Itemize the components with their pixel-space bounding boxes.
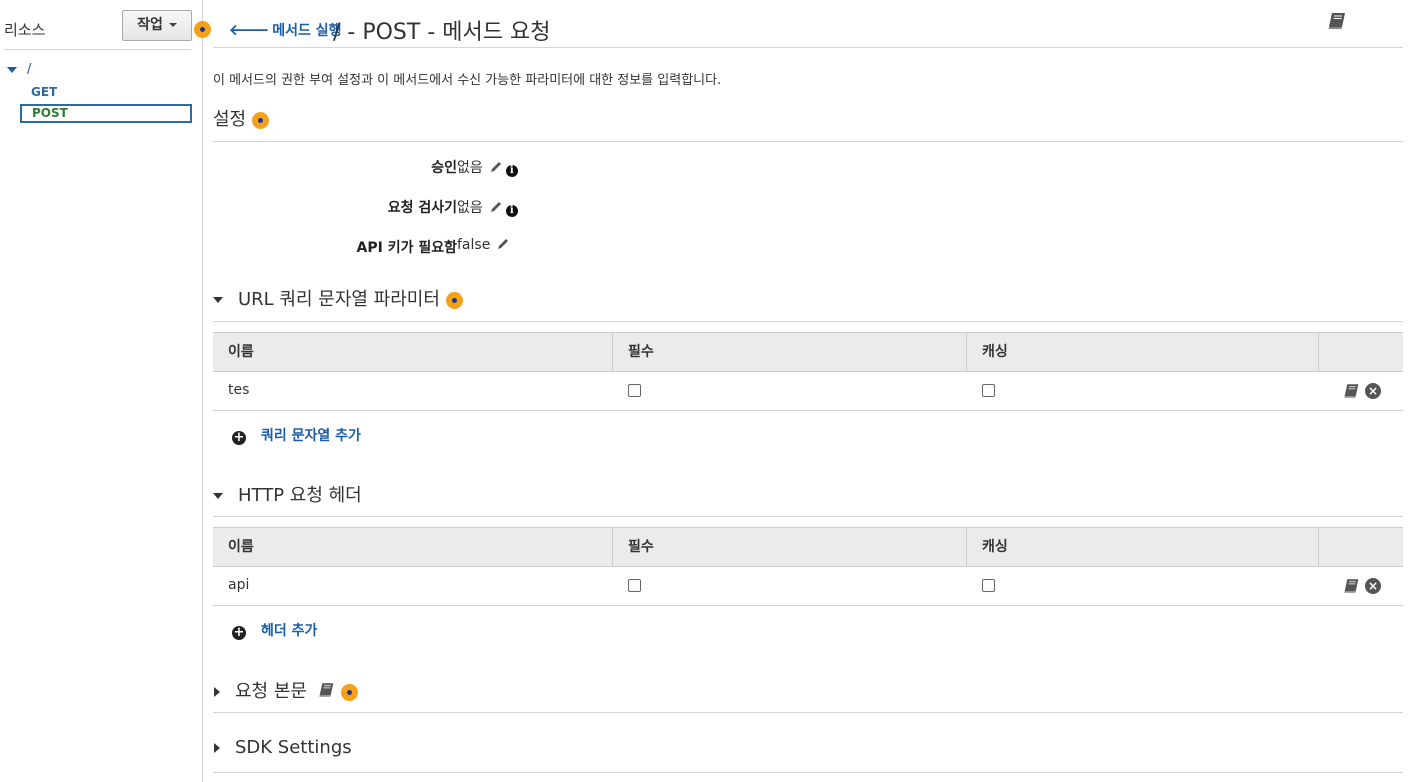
pencil-icon[interactable] (496, 237, 510, 251)
setting-api-key-required: API 키가 필요함 false (213, 237, 813, 257)
tree-item-root[interactable]: / (7, 62, 31, 77)
setting-authorization: 승인 없음 i (213, 157, 813, 177)
column-header-required: 필수 (613, 528, 967, 566)
request-headers-table: 이름 필수 캐싱 api × (213, 527, 1403, 606)
sidebar-title: 리소스 (4, 21, 46, 39)
param-name: tes (228, 382, 250, 398)
caret-down-icon[interactable] (213, 493, 223, 499)
setting-value-wrap: false (457, 237, 510, 253)
column-header-name: 이름 (213, 528, 613, 566)
help-icon[interactable] (340, 683, 358, 701)
help-icon[interactable] (252, 111, 270, 129)
remove-circle-icon[interactable]: × (1365, 383, 1381, 399)
request-body-divider (213, 712, 1403, 713)
add-query-string-link[interactable]: + 쿼리 문자열 추가 (232, 425, 361, 445)
sidebar-divider (4, 49, 191, 50)
setting-label: 승인 (431, 160, 457, 176)
add-header-label: 헤더 추가 (261, 623, 318, 639)
back-link-label: 메서드 실행 (272, 23, 342, 39)
actions-dropdown-button[interactable]: 작업 (122, 10, 192, 41)
pencil-icon[interactable] (489, 160, 503, 174)
caching-checkbox[interactable] (982, 384, 995, 397)
caret-right-icon[interactable] (214, 743, 220, 753)
info-icon[interactable]: i (505, 165, 518, 177)
help-icon[interactable] (445, 291, 463, 309)
query-params-heading-label: URL 쿼리 문자열 파라미터 (238, 289, 440, 310)
book-icon[interactable] (1327, 12, 1347, 30)
setting-value-wrap: 없음 i (457, 157, 518, 177)
query-params-heading[interactable]: URL 쿼리 문자열 파라미터 (213, 285, 463, 311)
method-execution-link[interactable]: 🡐 메서드 실행 (229, 20, 342, 40)
book-icon[interactable] (1343, 578, 1360, 594)
setting-value: 없음 (457, 200, 483, 216)
setting-value-wrap: 없음 i (457, 197, 518, 217)
expand-caret-icon[interactable] (7, 66, 17, 73)
resources-sidebar: 리소스 작업 / GET POST (0, 0, 211, 782)
required-checkbox[interactable] (628, 579, 641, 592)
column-header-caching: 캐싱 (967, 333, 1319, 371)
column-header-name: 이름 (213, 333, 613, 371)
caching-checkbox[interactable] (982, 579, 995, 592)
add-header-link[interactable]: + 헤더 추가 (232, 620, 317, 640)
table-header: 이름 필수 캐싱 (213, 332, 1403, 372)
tree-item-post[interactable]: POST (20, 104, 192, 123)
setting-value: false (457, 237, 491, 253)
setting-request-validator: 요청 검사기 없음 i (213, 197, 813, 217)
actions-button-label: 작업 (137, 17, 163, 33)
add-query-string-label: 쿼리 문자열 추가 (261, 428, 361, 444)
caret-right-icon[interactable] (214, 687, 220, 697)
plus-circle-icon: + (232, 625, 246, 640)
header-divider (213, 47, 1403, 48)
table-header: 이름 필수 캐싱 (213, 527, 1403, 567)
query-params-divider (213, 321, 1403, 322)
tree-item-get[interactable]: GET (31, 85, 57, 99)
help-icon[interactable] (194, 21, 211, 38)
request-body-heading-label: 요청 본문 (235, 681, 307, 702)
page-description: 이 메서드의 권한 부여 설정과 이 메서드에서 수신 가능한 파라미터에 대한… (213, 73, 722, 88)
column-header-required: 필수 (613, 333, 967, 371)
page-title: / - POST - 메서드 요청 (333, 20, 551, 45)
table-row: tes × (213, 372, 1403, 411)
request-headers-divider (213, 516, 1403, 517)
sdk-settings-heading-label: SDK Settings (235, 737, 352, 758)
setting-label: API 키가 필요함 (356, 240, 457, 256)
sdk-settings-divider (213, 772, 1403, 773)
setting-value: 없음 (457, 160, 483, 176)
back-arrow-icon: 🡐 (229, 21, 270, 39)
plus-circle-icon: + (232, 430, 246, 445)
tree-root-label: / (27, 62, 32, 77)
caret-down-icon (168, 23, 177, 27)
book-icon[interactable] (318, 682, 335, 698)
settings-heading-label: 설정 (213, 109, 247, 130)
column-header-caching: 캐싱 (967, 528, 1319, 566)
settings-divider (213, 141, 1403, 142)
query-params-table: 이름 필수 캐싱 tes × (213, 332, 1403, 411)
setting-label: 요청 검사기 (387, 200, 457, 216)
pencil-icon[interactable] (489, 200, 503, 214)
request-headers-heading-label: HTTP 요청 헤더 (238, 485, 362, 506)
request-body-heading[interactable]: 요청 본문 (213, 677, 358, 703)
required-checkbox[interactable] (628, 384, 641, 397)
info-icon[interactable]: i (505, 205, 518, 217)
settings-heading: 설정 (213, 105, 270, 131)
header-name: api (228, 577, 250, 593)
remove-circle-icon[interactable]: × (1365, 578, 1381, 594)
sdk-settings-heading[interactable]: SDK Settings (213, 737, 352, 758)
book-icon[interactable] (1343, 383, 1360, 399)
caret-down-icon[interactable] (213, 297, 223, 303)
request-headers-heading[interactable]: HTTP 요청 헤더 (213, 481, 362, 507)
table-row: api × (213, 567, 1403, 606)
